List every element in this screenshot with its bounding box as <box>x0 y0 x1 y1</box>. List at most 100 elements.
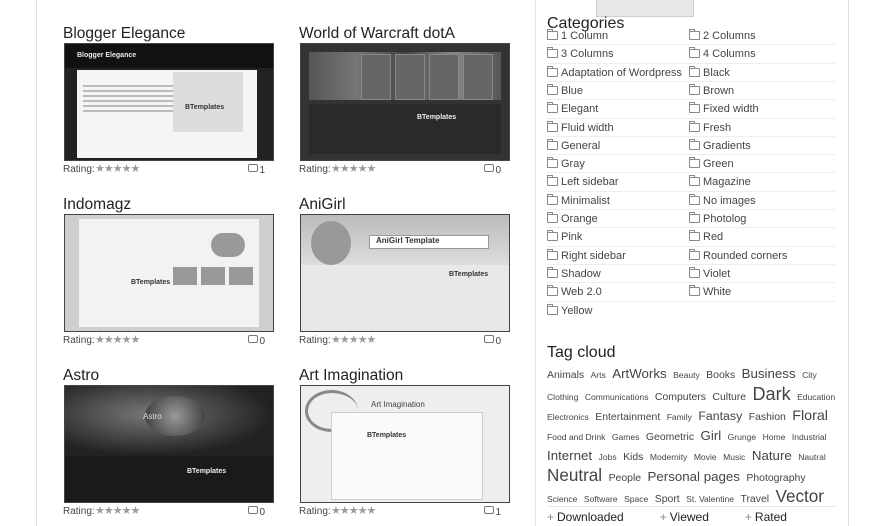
comment-count[interactable]: 1 <box>248 164 265 176</box>
tag-link[interactable]: Books <box>706 370 735 381</box>
tag-link[interactable]: City <box>802 370 817 380</box>
rating-stars[interactable]: ★★★★★ <box>95 504 140 517</box>
tag-link[interactable]: Girl <box>701 428 722 443</box>
comment-count[interactable]: 0 <box>248 506 265 518</box>
category-link[interactable]: Left sidebar <box>547 173 618 191</box>
template-title[interactable]: AniGirl <box>299 196 346 214</box>
tag-link[interactable]: Industrial <box>792 432 827 442</box>
tag-link[interactable]: Home <box>763 432 786 442</box>
tag-link[interactable]: Dark <box>753 384 791 404</box>
category-link[interactable]: White <box>689 283 731 301</box>
tab-viewed[interactable]: + Viewed <box>660 510 727 524</box>
category-link[interactable]: Minimalist <box>547 192 610 210</box>
category-link[interactable]: Blue <box>547 82 583 100</box>
comment-count[interactable]: 0 <box>484 335 501 347</box>
tag-link[interactable]: Education <box>797 392 835 402</box>
tag-link[interactable]: Floral <box>792 408 828 424</box>
category-link[interactable]: Elegant <box>547 100 598 118</box>
template-title[interactable]: Art Imagination <box>299 367 403 385</box>
comment-count[interactable]: 1 <box>484 506 501 518</box>
category-link[interactable]: Fresh <box>689 119 731 137</box>
rating-stars[interactable]: ★★★★★ <box>95 162 140 175</box>
template-thumbnail[interactable]: AniGirl Template BTemplates <box>300 214 510 332</box>
category-link[interactable]: Yellow <box>547 302 592 320</box>
category-link[interactable]: Adaptation of Wordpress <box>547 64 682 82</box>
tag-link[interactable]: Animals <box>547 370 584 381</box>
category-link[interactable]: Shadow <box>547 265 601 283</box>
tag-link[interactable]: St. Valentine <box>686 494 734 504</box>
template-title[interactable]: World of Warcraft dotA <box>299 25 455 43</box>
tag-link[interactable]: Fashion <box>749 412 786 423</box>
category-link[interactable]: Brown <box>689 82 734 100</box>
tag-link[interactable]: Kids <box>623 452 643 463</box>
category-link[interactable]: Gray <box>547 155 585 173</box>
category-link[interactable]: Fluid width <box>547 119 614 137</box>
tag-link[interactable]: Personal pages <box>648 469 740 484</box>
tag-link[interactable]: Jobs <box>599 452 617 462</box>
tag-link[interactable]: Science <box>547 494 577 504</box>
template-thumbnail[interactable]: Art Imagination BTemplates <box>300 385 510 503</box>
category-link[interactable]: Web 2.0 <box>547 283 602 301</box>
category-link[interactable]: Red <box>689 228 723 246</box>
tag-link[interactable]: Neutral <box>547 466 602 485</box>
category-link[interactable]: Right sidebar <box>547 247 626 265</box>
tag-link[interactable]: Computers <box>655 392 706 403</box>
category-link[interactable]: Violet <box>689 265 730 283</box>
rating-stars[interactable]: ★★★★★ <box>331 504 376 517</box>
tag-link[interactable]: Clothing <box>547 392 578 402</box>
tag-link[interactable]: Sport <box>655 494 680 505</box>
category-link[interactable]: Gradients <box>689 137 751 155</box>
template-title[interactable]: Blogger Elegance <box>63 25 185 43</box>
tag-link[interactable]: Family <box>667 412 692 422</box>
tag-link[interactable]: Entertainment <box>595 412 660 423</box>
tag-link[interactable]: Travel <box>740 494 769 505</box>
category-link[interactable]: 3 Columns <box>547 45 614 63</box>
tag-link[interactable]: Business <box>742 366 796 381</box>
category-link[interactable]: No images <box>689 192 756 210</box>
tag-link[interactable]: Beauty <box>673 370 700 380</box>
template-title[interactable]: Astro <box>63 367 99 385</box>
category-link[interactable]: Fixed width <box>689 100 759 118</box>
tag-link[interactable]: Modernity <box>650 452 688 462</box>
rating-stars[interactable]: ★★★★★ <box>331 162 376 175</box>
tag-link[interactable]: Movie <box>694 452 717 462</box>
category-link[interactable]: Orange <box>547 210 598 228</box>
category-link[interactable]: Pink <box>547 228 582 246</box>
category-link[interactable]: 4 Columns <box>689 45 756 63</box>
category-link[interactable]: General <box>547 137 600 155</box>
tag-link[interactable]: Nature <box>752 448 792 463</box>
category-link[interactable]: Black <box>689 64 730 82</box>
category-link[interactable]: Photolog <box>689 210 746 228</box>
comment-count[interactable]: 0 <box>248 335 265 347</box>
tag-link[interactable]: Grunge <box>728 432 757 442</box>
category-link[interactable]: Rounded corners <box>689 247 787 265</box>
template-thumbnail[interactable]: Astro BTemplates <box>64 385 274 503</box>
tag-link[interactable]: Communications <box>585 392 649 402</box>
tag-link[interactable]: Nautral <box>798 452 826 462</box>
tag-link[interactable]: Software <box>584 494 618 504</box>
tag-link[interactable]: Photography <box>746 473 805 484</box>
category-link[interactable]: 2 Columns <box>689 27 756 45</box>
tag-link[interactable]: People <box>609 473 642 484</box>
tab-downloaded[interactable]: + Downloaded <box>547 510 642 524</box>
rating-stars[interactable]: ★★★★★ <box>331 333 376 346</box>
tab-rated[interactable]: + Rated <box>745 510 805 524</box>
category-link[interactable]: Magazine <box>689 173 751 191</box>
template-thumbnail[interactable]: Blogger Elegance BTemplates <box>64 43 274 161</box>
tag-link[interactable]: Electronics <box>547 412 589 422</box>
category-link[interactable]: Green <box>689 155 734 173</box>
tag-link[interactable]: Culture <box>712 392 746 403</box>
tag-link[interactable]: Geometric <box>646 432 694 443</box>
tag-link[interactable]: Space <box>624 494 648 504</box>
tag-link[interactable]: Music <box>723 452 745 462</box>
category-link[interactable]: 1 Column <box>547 27 608 45</box>
tag-link[interactable]: Fantasy <box>698 409 742 423</box>
template-thumbnail[interactable]: BTemplates <box>300 43 510 161</box>
tag-link[interactable]: Games <box>612 432 640 442</box>
tag-link[interactable]: Vector <box>776 487 824 506</box>
template-thumbnail[interactable]: BTemplates <box>64 214 274 332</box>
tag-link[interactable]: Internet <box>547 448 592 463</box>
rating-stars[interactable]: ★★★★★ <box>95 333 140 346</box>
template-title[interactable]: Indomagz <box>63 196 131 214</box>
comment-count[interactable]: 0 <box>484 164 501 176</box>
